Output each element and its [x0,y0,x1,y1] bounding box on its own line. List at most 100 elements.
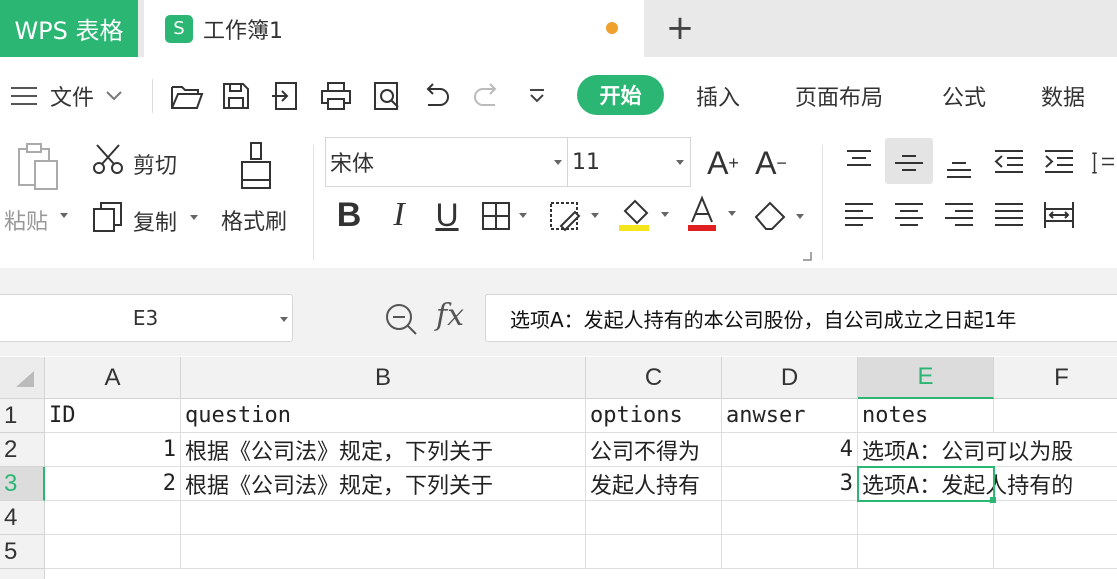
cell-b3[interactable]: 根据《公司法》规定，下列关于 [181,467,586,501]
text-direction-button[interactable] [1090,143,1117,183]
column-header-c[interactable]: C [586,357,722,399]
font-color-button[interactable] [686,195,740,235]
insert-function-button[interactable]: fx [436,298,464,333]
paste-label[interactable]: 粘贴 [4,204,48,236]
cell-d1[interactable]: anwser [722,399,858,433]
distributed-align-button[interactable] [1039,195,1079,235]
row-header-2[interactable]: 2 [0,433,45,467]
column-header-b[interactable]: B [181,357,586,399]
column-header-a[interactable]: A [45,357,181,399]
align-right-button[interactable] [939,195,979,235]
paste-dropdown-icon[interactable] [60,213,68,218]
tab-insert[interactable]: 插入 [696,80,740,112]
bold-button[interactable]: B [331,195,367,235]
align-bottom-button[interactable] [939,143,979,183]
row-header-1[interactable]: 1 [0,399,45,433]
cell-d3[interactable]: 3 [722,467,858,501]
cell-f4[interactable] [994,501,1117,535]
select-all-corner[interactable] [0,357,45,399]
zoom-formula-button[interactable] [382,300,420,338]
unsaved-indicator-icon[interactable] [606,22,618,34]
cell-f1[interactable] [994,399,1117,433]
cell-e5[interactable] [858,535,994,569]
document-tab[interactable]: S 工作簿1 [144,0,644,57]
column-header-e[interactable]: E [858,357,994,399]
column-header-d[interactable]: D [722,357,858,399]
fill-pattern-button[interactable] [547,199,603,233]
tab-page-layout[interactable]: 页面布局 [795,80,883,112]
align-left-button[interactable] [839,195,879,235]
open-button[interactable] [168,77,206,115]
cell-f5[interactable] [994,535,1117,569]
clipboard-icon [18,143,58,190]
increase-indent-button[interactable] [1039,143,1079,183]
cut-label[interactable]: 剪切 [133,148,177,180]
italic-button[interactable]: I [381,195,417,235]
copy-dropdown-icon[interactable] [190,215,198,220]
justify-button[interactable] [989,195,1029,235]
paste-button[interactable] [10,139,66,195]
format-painter-button[interactable] [232,139,280,195]
app-home-tab[interactable]: WPS 表格 [0,0,138,57]
print-preview-button[interactable] [368,77,406,115]
save-button[interactable] [217,77,255,115]
copy-button[interactable] [90,199,126,235]
tab-formulas[interactable]: 公式 [942,80,986,112]
column-header-f[interactable]: F [994,357,1117,399]
cell-b4[interactable] [181,501,586,535]
save-icon [223,83,249,109]
tab-data[interactable]: 数据 [1041,80,1085,112]
customize-toolbar-button[interactable] [518,77,556,115]
cut-button[interactable] [90,141,126,177]
row-header-3[interactable]: 3 [0,467,45,501]
decrease-indent-button[interactable] [989,143,1029,183]
increase-font-button[interactable]: A + [703,141,743,185]
fill-handle[interactable] [990,497,996,503]
underline-button[interactable]: U [429,195,465,235]
formula-input[interactable]: 选项A：发起人持有的本公司股份，自公司成立之日起1年 [485,294,1117,342]
new-tab-button[interactable]: + [662,8,698,48]
clear-format-button[interactable] [752,197,808,235]
tab-home[interactable]: 开始 [577,75,664,115]
align-center-button[interactable] [889,195,929,235]
cell-d4[interactable] [722,501,858,535]
highlight-color-button[interactable] [617,197,677,235]
font-size-select[interactable]: 11 [567,137,691,187]
undo-button[interactable] [417,77,455,115]
name-box[interactable]: E3 [0,294,293,342]
row-header-5[interactable]: 5 [0,535,45,569]
cell-b2[interactable]: 根据《公司法》规定，下列关于 [181,433,586,467]
font-name-select[interactable]: 宋体 [325,137,569,187]
export-button[interactable] [267,77,305,115]
redo-button[interactable] [468,77,506,115]
cell-e4[interactable] [858,501,994,535]
file-menu[interactable]: 文件 [10,79,124,113]
cell-d5[interactable] [722,535,858,569]
dialog-launcher-icon[interactable] [802,251,812,261]
cell-d2[interactable]: 4 [722,433,858,467]
cell-b5[interactable] [181,535,586,569]
cell-c4[interactable] [586,501,722,535]
cell-c1[interactable]: options [586,399,722,433]
cell-a1[interactable]: ID [45,399,181,433]
borders-button[interactable] [479,199,531,233]
copy-label[interactable]: 复制 [133,205,177,237]
cell-c5[interactable] [586,535,722,569]
format-painter-label[interactable]: 格式刷 [221,204,287,236]
cell-a3[interactable]: 2 [45,467,181,501]
cell-a5[interactable] [45,535,181,569]
row-header-4[interactable]: 4 [0,501,45,535]
cell-e1[interactable]: notes [858,399,994,433]
cell-b1[interactable]: question [181,399,586,433]
cell-c2[interactable]: 公司不得为 [586,433,722,467]
cell-e2[interactable]: 选项A：公司可以为股 [858,433,1073,467]
decrease-font-button[interactable]: A − [751,141,791,185]
print-button[interactable] [317,77,355,115]
cell-a2[interactable]: 1 [45,433,181,467]
cell-e3[interactable]: 选项A：发起人持有的 [858,467,1073,501]
align-middle-button[interactable] [889,143,929,183]
align-top-button[interactable] [839,143,879,183]
cell-c3[interactable]: 发起人持有 [586,467,722,501]
cell-a4[interactable] [45,501,181,535]
row-header-6[interactable] [0,569,45,579]
